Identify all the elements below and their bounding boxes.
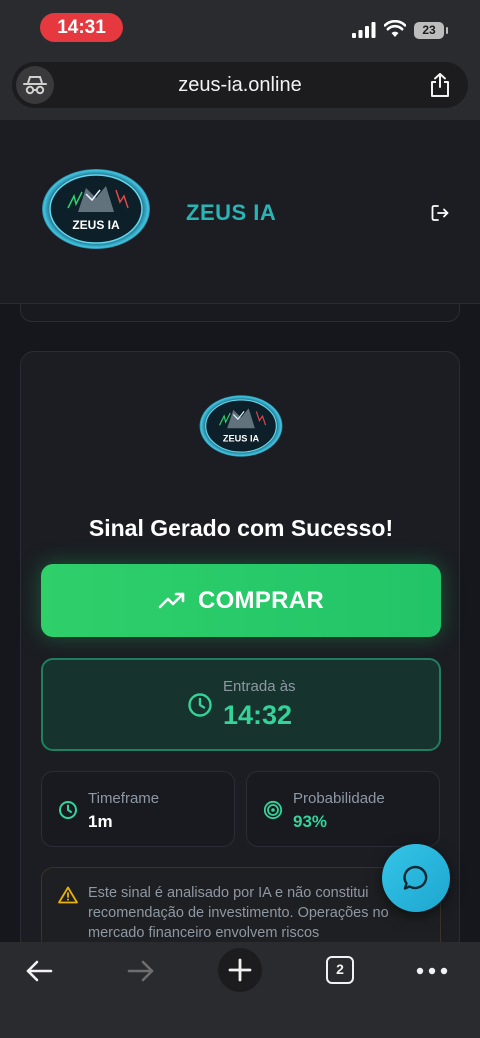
warning-icon [58,886,78,904]
incognito-button[interactable] [16,66,54,104]
entry-time-box: Entrada às 14:32 [41,658,441,751]
logout-icon[interactable] [430,203,450,223]
forward-icon [127,960,154,982]
page-content: ZEUS IA ZEUS IA ZEUS IA Sinal Gerado com… [0,120,480,942]
new-tab-button[interactable] [218,948,262,992]
buy-button[interactable]: COMPRAR [41,564,441,637]
more-button[interactable] [412,954,452,988]
clock-icon [59,801,77,819]
status-bar: 14:31 23 [0,0,480,56]
probability-box: Probabilidade 93% [246,771,440,847]
clock-icon [188,693,212,717]
browser-toolbar-top: zeus-ia.online [0,56,480,120]
forward-button[interactable] [121,954,161,988]
brand-title: ZEUS IA [186,200,277,225]
entry-time: 14:32 [223,700,293,730]
plus-icon [228,958,252,982]
timeframe-label: Timeframe [88,790,160,807]
app-header: ZEUS IA ZEUS IA [0,120,480,304]
chat-button[interactable] [382,844,450,912]
header-shadow-edge [20,304,460,322]
cellular-signal-icon [352,22,376,38]
success-title: Sinal Gerado com Sucesso! [88,515,394,541]
status-time: 14:31 [40,13,123,42]
target-icon [263,800,283,820]
incognito-icon [23,76,47,95]
back-button[interactable] [19,954,59,988]
wifi-icon [384,20,406,37]
buy-button-label: COMPRAR [197,586,325,614]
chat-icon [403,865,428,890]
disclaimer-text: Este sinal é analisado por IA e não cons… [88,885,389,941]
zeus-logo-small: ZEUS IA [199,395,283,457]
address-bar[interactable]: zeus-ia.online [12,62,468,108]
probability-label: Probabilidade [293,790,385,807]
tabs-button[interactable]: 2 [326,956,354,984]
disclaimer-box: Este sinal é analisado por IA e não cons… [41,867,441,942]
battery-indicator: 23 [414,22,448,39]
back-icon [26,960,53,982]
timeframe-box: Timeframe 1m [41,771,235,847]
timeframe-value: 1m [88,812,113,831]
trending-up-icon [158,592,185,608]
more-icon [416,967,448,975]
zeus-logo: ZEUS IA [42,169,150,249]
share-icon[interactable] [428,72,452,98]
entry-label: Entrada às [223,678,296,695]
browser-toolbar-bottom: 2 [0,942,480,1038]
url-text[interactable]: zeus-ia.online [72,62,408,108]
logo-text: ZEUS IA [72,218,120,232]
logo-text-small: ZEUS IA [223,433,260,443]
probability-value: 93% [293,812,328,831]
